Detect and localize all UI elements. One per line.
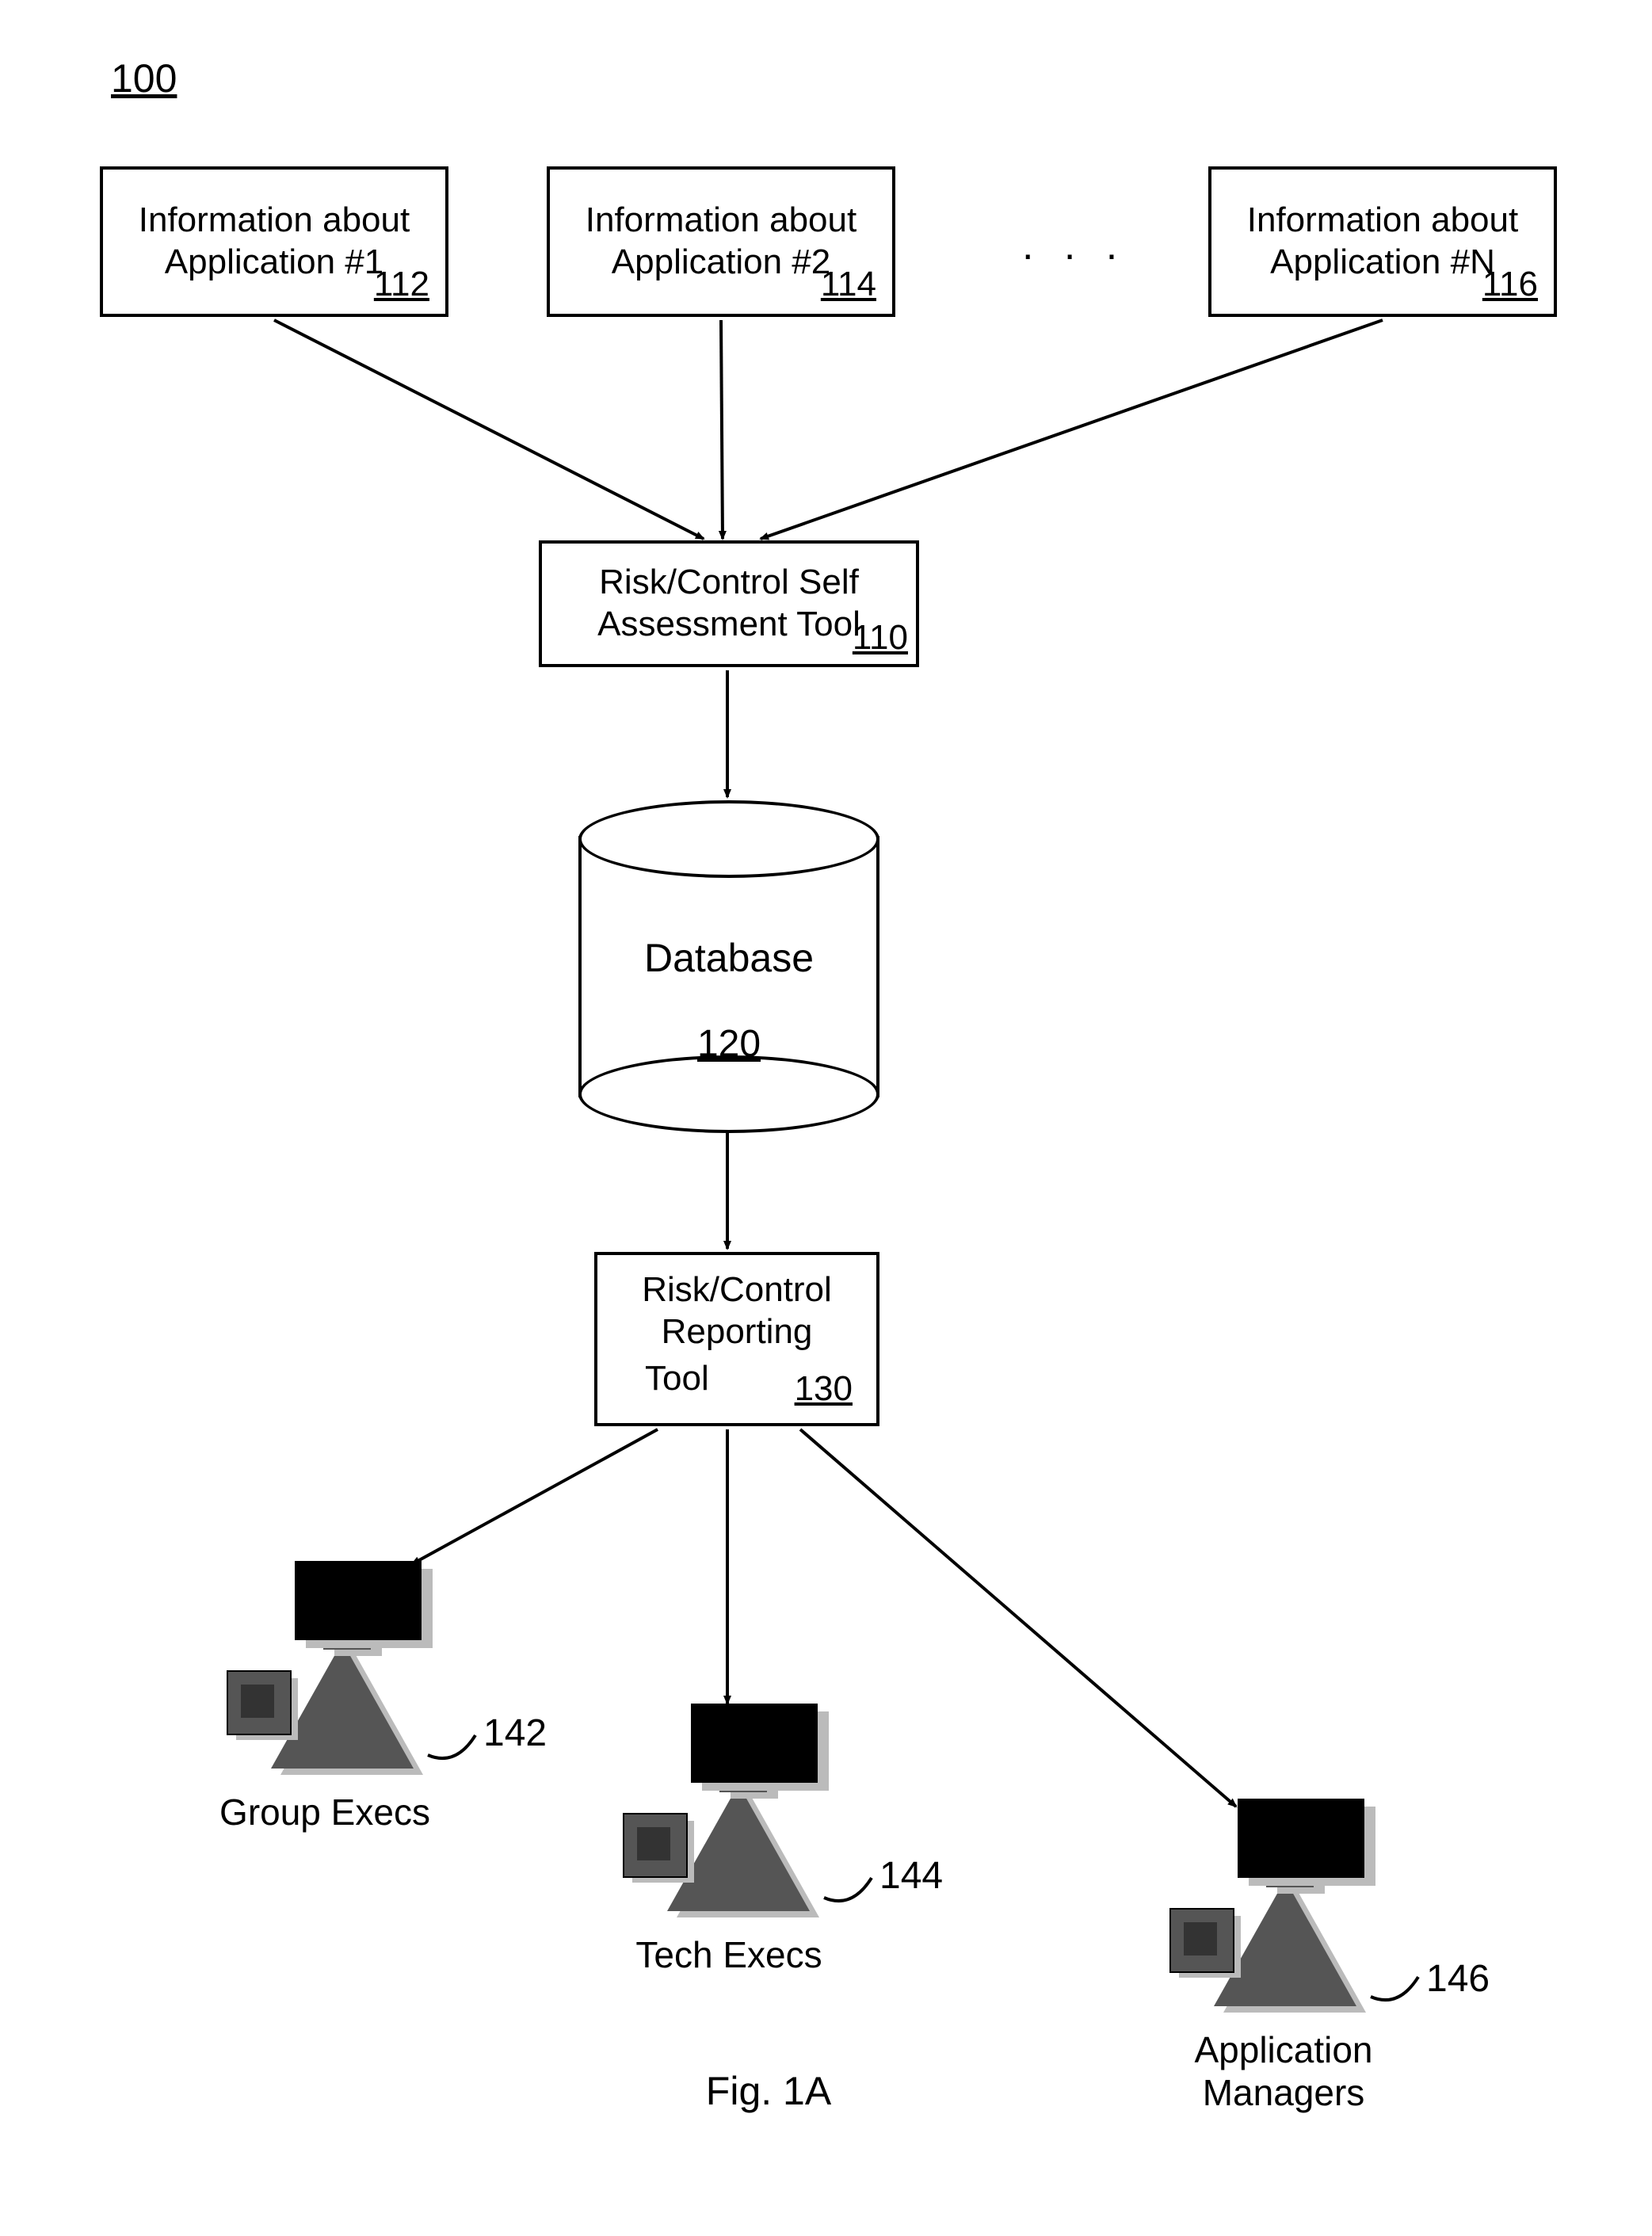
input-2-line2: Application #2 <box>612 242 830 284</box>
input-3-ref: 116 <box>1482 264 1538 306</box>
reporting-line1: Risk/Control <box>642 1269 832 1311</box>
label-app-managers-l2: Managers <box>1203 2072 1365 2113</box>
label-tech-execs: Tech Execs <box>610 1933 848 1976</box>
input-2-line1: Information about <box>586 200 857 242</box>
assessment-line1: Risk/Control Self <box>599 562 859 604</box>
ref-tech-execs: 144 <box>879 1854 943 1898</box>
reporting-line2: Reporting <box>662 1311 813 1353</box>
input-box-3: Information about Application #N 116 <box>1208 166 1557 317</box>
input-box-2: Information about Application #2 114 <box>547 166 895 317</box>
input-1-line1: Information about <box>139 200 410 242</box>
label-app-managers-l1: Application <box>1194 2029 1372 2070</box>
assessment-ref: 110 <box>853 617 908 659</box>
reporting-box: Risk/Control Reporting Tool 130 <box>594 1252 879 1426</box>
label-app-managers: Application Managers <box>1165 2028 1402 2114</box>
reporting-ref: 130 <box>795 1368 853 1410</box>
database-cylinder: Database 120 <box>578 800 879 1133</box>
input-3-line2: Application #N <box>1270 242 1495 284</box>
figure-caption: Fig. 1A <box>689 2068 848 2114</box>
person-group-execs <box>222 1561 428 1799</box>
input-1-ref: 112 <box>374 264 429 306</box>
person-application-managers <box>1165 1799 1371 2036</box>
assessment-box: Risk/Control Self Assessment Tool 110 <box>539 540 919 667</box>
reporting-line3: Tool <box>645 1358 709 1400</box>
database-label: Database <box>578 935 879 981</box>
input-2-ref: 114 <box>821 264 876 306</box>
ref-group-execs: 142 <box>483 1711 547 1755</box>
database-ref: 120 <box>578 1022 879 1066</box>
figure-ref: 100 <box>111 55 177 101</box>
input-3-line1: Information about <box>1247 200 1518 242</box>
input-1-line2: Application #1 <box>165 242 383 284</box>
ellipsis: . . . <box>1022 222 1127 269</box>
label-group-execs: Group Execs <box>206 1791 444 1833</box>
person-tech-execs <box>618 1704 824 1941</box>
input-box-1: Information about Application #1 112 <box>100 166 448 317</box>
assessment-line2: Assessment Tool <box>597 604 860 646</box>
ref-app-managers: 146 <box>1426 1957 1490 2001</box>
